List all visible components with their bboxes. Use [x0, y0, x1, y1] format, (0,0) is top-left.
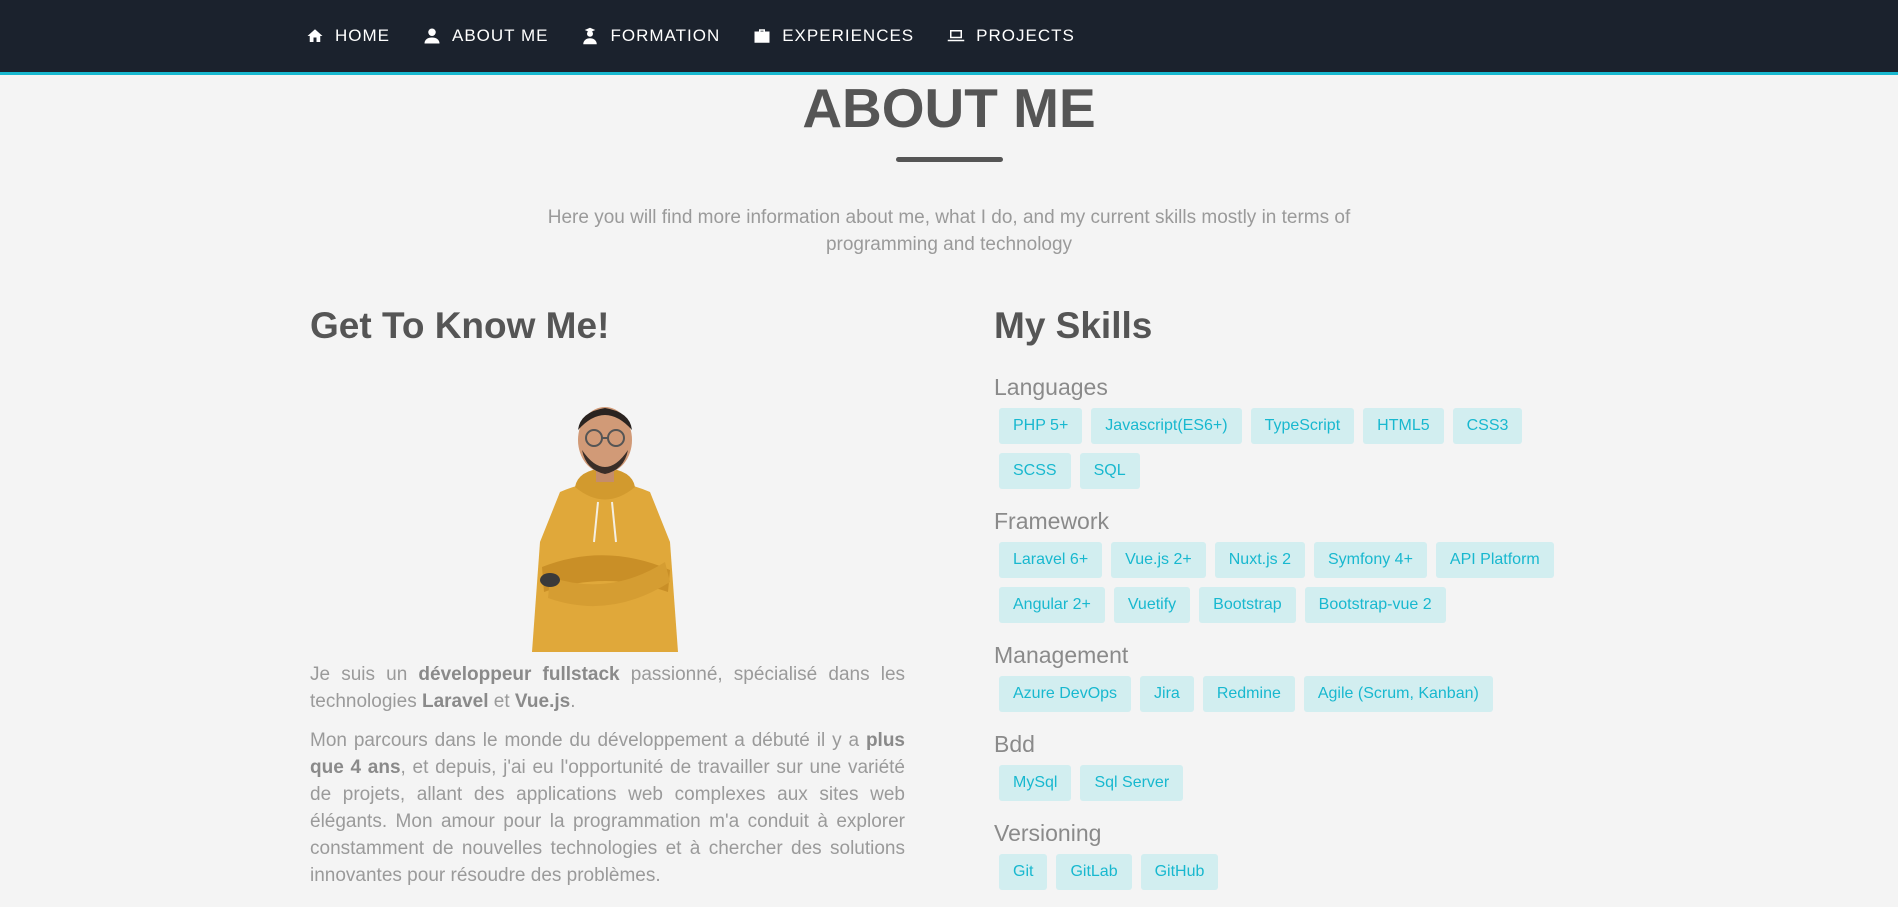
home-icon — [307, 29, 323, 42]
skill-tag: TypeScript — [1250, 408, 1355, 444]
skill-tag: Nuxt.js 2 — [1214, 542, 1305, 578]
skill-tag: GitHub — [1140, 854, 1219, 890]
bio-bold-run: Laravel — [421, 691, 489, 712]
nav-item-label: HOME — [335, 26, 390, 45]
skill-tag-list: Laravel 6+ Vue.js 2+ Nuxt.js 2 Symfony 4+ AP… — [994, 542, 1594, 632]
skill-tag: Laravel 6+ — [999, 542, 1103, 578]
skill-tag: Agile (Scrum, Kanban) — [1303, 676, 1493, 712]
bio-text: Je suis un développeur fullstack passion… — [310, 661, 905, 901]
bio-text-run: et — [488, 691, 515, 712]
intro-text: Here you will find more information abou… — [547, 207, 1351, 255]
skill-tag: CSS3 — [1452, 408, 1523, 444]
skill-tag: Angular 2+ — [999, 587, 1105, 623]
nav-item-experiences[interactable]: EXPERIENCES — [753, 26, 914, 46]
skill-tag: MySql — [999, 765, 1072, 801]
skill-group-title: Framework — [994, 508, 1110, 534]
skill-tag: Redmine — [1202, 676, 1295, 712]
skill-tag-list: Git GitLab GitHub — [994, 854, 1594, 899]
skill-tag: Bootstrap — [1199, 587, 1296, 623]
nav-item-home[interactable]: HOME — [306, 26, 390, 46]
skill-tag: PHP 5+ — [999, 408, 1083, 444]
skill-tag: SCSS — [999, 453, 1071, 489]
skill-group-title: Management — [994, 642, 1129, 668]
top-navbar: HOME ABOUT ME FORMATION EXPERIENCES PROJ… — [0, 0, 1898, 75]
skill-tag: Vue.js 2+ — [1111, 542, 1206, 578]
nav-item-projects[interactable]: PROJECTS — [947, 26, 1075, 46]
skill-tag-list: MySql Sql Server — [994, 765, 1594, 810]
person-illustration — [532, 407, 678, 652]
graduate-icon — [583, 27, 598, 45]
skill-tag: GitLab — [1056, 854, 1132, 890]
skill-tag: Symfony 4+ — [1313, 542, 1427, 578]
skill-tag: Bootstrap-vue 2 — [1304, 587, 1446, 623]
laptop-icon — [947, 30, 965, 42]
skill-tag: HTML5 — [1363, 408, 1444, 444]
skill-tag: SQL — [1079, 453, 1140, 489]
skill-group-title: Bdd — [994, 731, 1035, 757]
get-to-know-heading: Get To Know Me! — [310, 305, 610, 346]
skill-tag: API Platform — [1435, 542, 1554, 578]
skill-tag-list: PHP 5+ Javascript(ES6+) TypeScript HTML5 CSS… — [994, 408, 1594, 498]
skill-tag: Sql Server — [1080, 765, 1184, 801]
bio-text-run: . — [570, 691, 576, 712]
skill-tag: Azure DevOps — [999, 676, 1132, 712]
briefcase-icon — [754, 29, 770, 43]
skill-tag: Javascript(ES6+) — [1091, 408, 1242, 444]
skill-tag: Git — [999, 854, 1048, 890]
title-underline — [896, 157, 1003, 162]
profile-photo — [520, 392, 690, 652]
nav-item-label: EXPERIENCES — [782, 26, 915, 45]
bio-bold-run: Vue.js — [514, 691, 571, 712]
nav-item-label: ABOUT ME — [452, 26, 549, 45]
bio-text-run: Je suis un — [310, 664, 419, 685]
bio-bold-run: développeur fullstack — [418, 664, 620, 685]
user-icon — [424, 28, 440, 44]
nav-menu: HOME ABOUT ME FORMATION EXPERIENCES PROJ… — [306, 0, 1108, 72]
skills-list: Languages PHP 5+ Javascript(ES6+) TypeScrip… — [994, 372, 1594, 907]
nav-item-about-me[interactable]: ABOUT ME — [423, 26, 548, 46]
nav-item-formation[interactable]: FORMATION — [581, 26, 720, 46]
page-title: ABOUT ME — [802, 77, 1096, 139]
skill-tag: Jira — [1140, 676, 1194, 712]
nav-item-label: FORMATION — [610, 26, 721, 45]
skill-tag-list: Azure DevOps Jira Redmine Agile (Scrum, Kan… — [994, 676, 1594, 721]
skill-tag: Vuetify — [1113, 587, 1191, 623]
bio-paragraph: Je suis un développeur fullstack passion… — [310, 661, 905, 715]
bio-text-run: Mon parcours dans le monde du développem… — [310, 730, 866, 751]
my-skills-heading: My Skills — [994, 305, 1153, 346]
skill-group-title: Languages — [994, 374, 1108, 400]
skill-group-title: Versioning — [994, 820, 1102, 846]
nav-item-label: PROJECTS — [976, 26, 1075, 45]
bio-paragraph: Mon parcours dans le monde du développem… — [310, 727, 905, 889]
